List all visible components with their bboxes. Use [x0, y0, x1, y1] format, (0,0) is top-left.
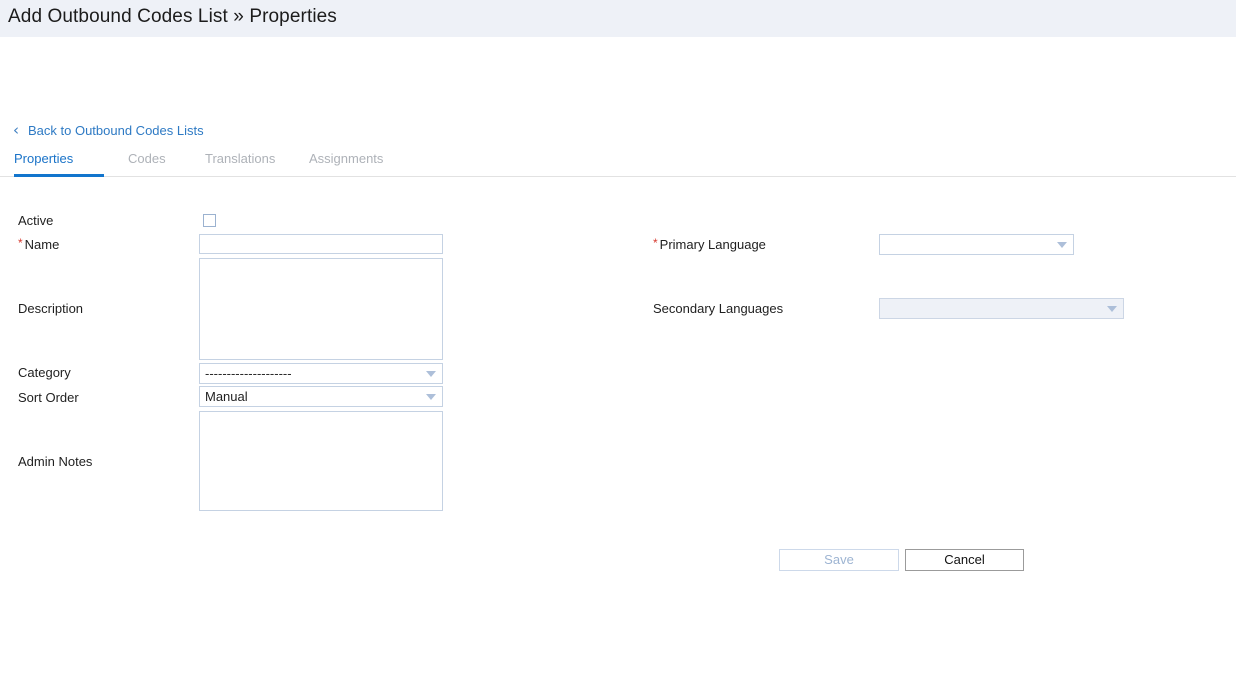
sort-order-select-value: Manual [205, 389, 248, 404]
chevron-down-icon [426, 393, 436, 400]
active-label: Active [18, 213, 54, 228]
back-link-label: Back to Outbound Codes Lists [28, 123, 204, 138]
back-to-outbound-codes-lists-link[interactable]: ‹ Back to Outbound Codes Lists [10, 122, 204, 139]
secondary-languages-select[interactable] [879, 298, 1124, 319]
admin-notes-textarea[interactable] [199, 411, 443, 511]
required-asterisk: * [653, 236, 658, 250]
secondary-languages-label: Secondary Languages [653, 301, 784, 316]
category-select-value: -------------------- [205, 366, 292, 381]
active-checkbox[interactable] [203, 214, 216, 227]
cancel-button[interactable]: Cancel [905, 549, 1024, 571]
primary-language-label: * Primary Language [653, 236, 766, 253]
chevron-left-icon: ‹ [13, 121, 19, 139]
tab-codes[interactable]: Codes [128, 151, 166, 177]
page-title: Add Outbound Codes List » Properties [8, 6, 337, 27]
primary-language-select[interactable] [879, 234, 1074, 255]
category-label: Category [18, 365, 71, 380]
tab-assignments[interactable]: Assignments [309, 151, 383, 177]
name-label-text: Name [24, 237, 60, 252]
primary-language-label-text: Primary Language [659, 237, 766, 252]
tab-translations[interactable]: Translations [205, 151, 275, 177]
category-select[interactable]: -------------------- [199, 363, 443, 384]
save-button[interactable]: Save [779, 549, 899, 571]
admin-notes-label: Admin Notes [18, 454, 93, 469]
tab-bar: Properties Codes Translations Assignment… [0, 151, 1236, 178]
chevron-down-icon [1107, 305, 1117, 312]
tab-bar-divider [0, 176, 1236, 177]
description-textarea[interactable] [199, 258, 443, 360]
description-label: Description [18, 301, 84, 316]
active-tab-indicator [14, 174, 104, 177]
chevron-down-icon [426, 370, 436, 377]
sort-order-select[interactable]: Manual [199, 386, 443, 407]
name-input[interactable] [199, 234, 443, 254]
name-label: * Name [18, 236, 60, 253]
page-header: Add Outbound Codes List » Properties [0, 0, 1236, 37]
chevron-down-icon [1057, 241, 1067, 248]
sort-order-label: Sort Order [18, 390, 79, 405]
required-asterisk: * [18, 236, 23, 250]
